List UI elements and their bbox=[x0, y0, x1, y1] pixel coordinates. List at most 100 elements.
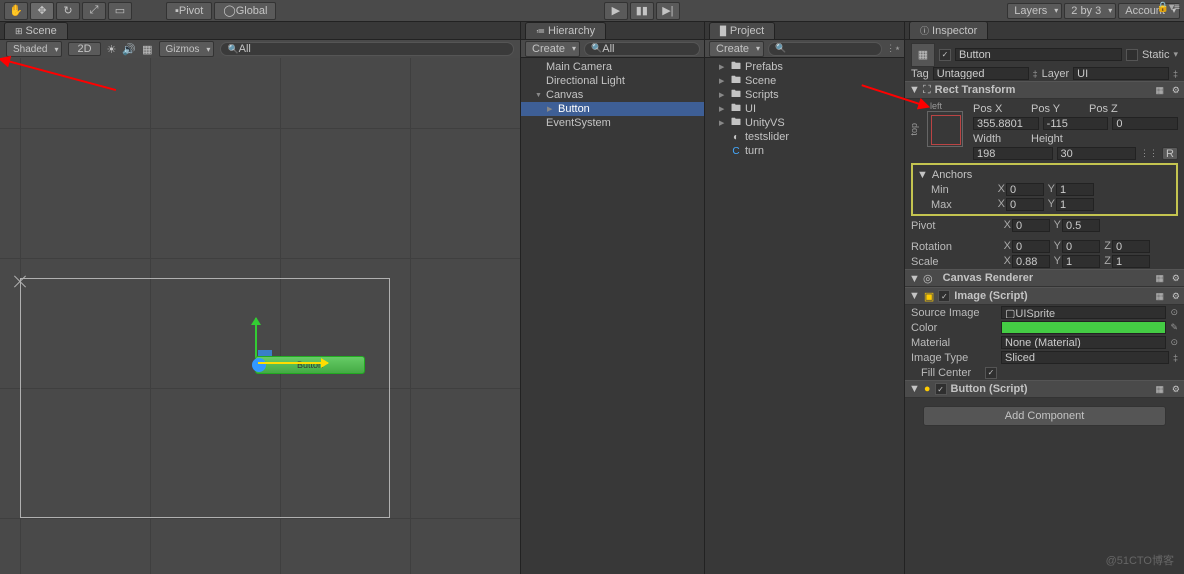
play-button[interactable]: ▶ bbox=[604, 2, 628, 20]
create-dropdown[interactable]: Create bbox=[709, 41, 764, 57]
gear-icon[interactable]: ⚙ bbox=[1172, 291, 1180, 302]
scene-search[interactable]: 🔍All bbox=[220, 42, 514, 56]
canvas-renderer-header[interactable]: ▼ ◎ Canvas Renderer▦⚙ bbox=[905, 269, 1184, 287]
gizmos-dropdown[interactable]: Gizmos bbox=[159, 41, 215, 57]
anchor-gizmo-icon[interactable] bbox=[12, 273, 28, 289]
rot-z[interactable]: 0 bbox=[1112, 240, 1150, 253]
filter-icon[interactable]: ⋮⭑ bbox=[886, 43, 900, 54]
layer-label: Layer bbox=[1042, 68, 1070, 80]
move-gizmo-center[interactable] bbox=[252, 358, 266, 372]
layout-dropdown[interactable]: 2 by 3 bbox=[1064, 3, 1116, 19]
gear-icon[interactable]: ⚙ bbox=[1172, 85, 1180, 96]
help-icon[interactable]: ▦ bbox=[1155, 291, 1164, 302]
tab-hierarchy[interactable]: ≔Hierarchy bbox=[525, 22, 606, 39]
tab-scene[interactable]: ⊞Scene bbox=[4, 22, 68, 39]
picker-icon[interactable]: ⊙ bbox=[1170, 337, 1178, 348]
scene-view[interactable]: Button bbox=[0, 58, 520, 574]
fill-center-checkbox[interactable]: ✓ bbox=[985, 367, 997, 379]
image-header[interactable]: ▼ ▣ ✓ Image (Script)▦⚙ bbox=[905, 287, 1184, 305]
scale-x[interactable]: 0.88 bbox=[1012, 255, 1050, 268]
script-icon: C bbox=[730, 145, 742, 157]
source-image-field[interactable]: ▢UISprite bbox=[1001, 306, 1166, 319]
rect-transform-header[interactable]: ▼ ⛶ Rect Transform▦⚙ bbox=[905, 81, 1184, 99]
hierarchy-search[interactable]: 🔍All bbox=[584, 42, 700, 56]
help-icon[interactable]: ▦ bbox=[1155, 85, 1164, 96]
scale-tool-icon[interactable]: ⤢ bbox=[82, 2, 106, 20]
move-gizmo-x[interactable] bbox=[258, 362, 328, 364]
light-icon[interactable]: ☀ bbox=[107, 43, 117, 56]
create-dropdown[interactable]: Create bbox=[525, 41, 580, 57]
help-icon[interactable]: ▦ bbox=[1155, 273, 1164, 284]
width-field[interactable]: 198 bbox=[973, 147, 1053, 160]
button-gameobject[interactable]: Button bbox=[255, 356, 365, 374]
rot-y[interactable]: 0 bbox=[1062, 240, 1100, 253]
material-field[interactable]: None (Material) bbox=[1001, 336, 1166, 349]
pivot-toggle[interactable]: ▪Pivot bbox=[166, 2, 212, 20]
hierarchy-item[interactable]: EventSystem bbox=[521, 116, 704, 130]
fx-icon[interactable]: ▦ bbox=[142, 43, 152, 56]
button-enabled[interactable]: ✓ bbox=[935, 383, 947, 395]
step-button[interactable]: ▶| bbox=[656, 2, 680, 20]
color-field[interactable] bbox=[1001, 321, 1166, 334]
audio-icon[interactable]: 🔊 bbox=[122, 43, 136, 56]
hierarchy-item[interactable]: Main Camera bbox=[521, 60, 704, 74]
global-toggle[interactable]: ◯Global bbox=[214, 2, 276, 20]
anchors-label[interactable]: Anchors bbox=[932, 169, 972, 181]
anchor-min-x[interactable]: 0 bbox=[1006, 183, 1044, 196]
rotation-label: Rotation bbox=[911, 241, 997, 253]
pivot-y[interactable]: 0.5 bbox=[1062, 219, 1100, 232]
pause-button[interactable]: ▮▮ bbox=[630, 2, 654, 20]
layer-dropdown[interactable]: UI bbox=[1073, 67, 1169, 80]
2d-toggle[interactable]: 2D bbox=[68, 42, 100, 56]
gear-icon[interactable]: ⚙ bbox=[1172, 273, 1180, 284]
project-item[interactable]: Cturn bbox=[705, 144, 904, 158]
min-label: Min bbox=[921, 184, 991, 196]
blueprint-button[interactable]: R bbox=[1162, 147, 1178, 160]
canvas-rect[interactable] bbox=[20, 278, 390, 518]
project-item[interactable]: 🖿UnityVS bbox=[705, 116, 904, 130]
hierarchy-item[interactable]: Canvas bbox=[521, 88, 704, 102]
image-enabled[interactable]: ✓ bbox=[938, 290, 950, 302]
image-type-dropdown[interactable]: Sliced bbox=[1001, 351, 1169, 364]
static-checkbox[interactable] bbox=[1126, 49, 1138, 61]
posx-field[interactable]: 355.8801 bbox=[973, 117, 1039, 130]
scale-y[interactable]: 1 bbox=[1062, 255, 1100, 268]
anchor-preset[interactable] bbox=[927, 111, 963, 147]
project-item[interactable]: ◐testslider bbox=[705, 130, 904, 144]
eyedropper-icon[interactable]: ✎ bbox=[1170, 322, 1178, 333]
posz-field[interactable]: 0 bbox=[1112, 117, 1178, 130]
tab-project[interactable]: ▉Project bbox=[709, 22, 775, 39]
active-checkbox[interactable]: ✓ bbox=[939, 49, 951, 61]
name-field[interactable]: Button bbox=[955, 48, 1122, 61]
hand-tool-icon[interactable]: ✋ bbox=[4, 2, 28, 20]
scene-icon: ⊞ bbox=[15, 26, 23, 36]
posy-field[interactable]: -115 bbox=[1043, 117, 1109, 130]
rect-tool-icon[interactable]: ▭ bbox=[108, 2, 132, 20]
shaded-dropdown[interactable]: Shaded bbox=[6, 41, 62, 57]
move-tool-icon[interactable]: ✥ bbox=[30, 2, 54, 20]
anchor-max-x[interactable]: 0 bbox=[1006, 198, 1044, 211]
project-search[interactable]: 🔍 bbox=[768, 42, 882, 56]
layers-dropdown[interactable]: Layers bbox=[1007, 3, 1062, 19]
pivot-x[interactable]: 0 bbox=[1012, 219, 1050, 232]
hierarchy-item-selected[interactable]: Button bbox=[521, 102, 704, 116]
tag-dropdown[interactable]: Untagged bbox=[933, 67, 1029, 80]
button-header[interactable]: ▼ ● ✓ Button (Script)▦⚙ bbox=[905, 380, 1184, 398]
rotate-tool-icon[interactable]: ↻ bbox=[56, 2, 80, 20]
lock-icon[interactable]: 🔒▾≡ bbox=[1157, 2, 1180, 13]
gameobject-icon[interactable]: ▦ bbox=[911, 43, 935, 67]
anchor-max-y[interactable]: 1 bbox=[1056, 198, 1094, 211]
picker-icon[interactable]: ⊙ bbox=[1170, 307, 1178, 318]
help-icon[interactable]: ▦ bbox=[1155, 384, 1164, 395]
folder-icon: 🖿 bbox=[730, 61, 742, 73]
color-label: Color bbox=[911, 322, 997, 334]
hierarchy-item[interactable]: Directional Light bbox=[521, 74, 704, 88]
asset-icon: ◐ bbox=[730, 131, 742, 143]
anchor-min-y[interactable]: 1 bbox=[1056, 183, 1094, 196]
scale-z[interactable]: 1 bbox=[1112, 255, 1150, 268]
tab-inspector[interactable]: ⓘInspector bbox=[909, 21, 988, 39]
rot-x[interactable]: 0 bbox=[1012, 240, 1050, 253]
add-component-button[interactable]: Add Component bbox=[923, 406, 1166, 426]
height-field[interactable]: 30 bbox=[1057, 147, 1137, 160]
gear-icon[interactable]: ⚙ bbox=[1172, 384, 1180, 395]
